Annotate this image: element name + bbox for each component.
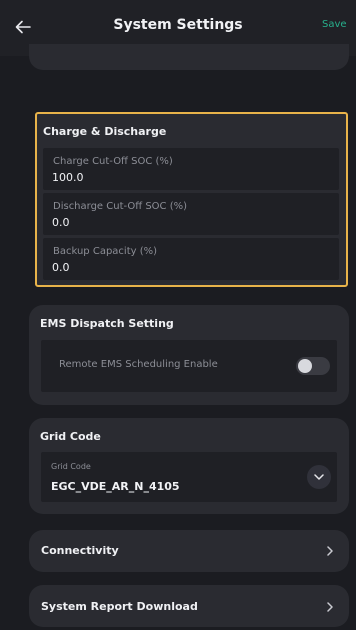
previous-card-bottom — [29, 44, 349, 70]
grid-code-field-label: Grid Code — [51, 462, 91, 471]
backup-capacity-field[interactable]: Backup Capacity (%) 0.0 — [43, 238, 339, 280]
field-value: 0.0 — [52, 216, 70, 229]
chevron-down-icon — [314, 474, 324, 480]
field-value: 100.0 — [52, 171, 84, 184]
chevron-right-icon — [325, 546, 335, 556]
save-button[interactable]: Save — [322, 19, 347, 30]
grid-code-select[interactable]: Grid Code EGC_VDE_AR_N_4105 — [41, 452, 337, 502]
grid-code-card: Grid Code Grid Code EGC_VDE_AR_N_4105 — [29, 418, 349, 514]
ems-dispatch-card: EMS Dispatch Setting Remote EMS Scheduli… — [29, 305, 349, 405]
field-label: Charge Cut-Off SOC (%) — [53, 156, 173, 167]
system-report-download-row[interactable]: System Report Download — [29, 585, 349, 627]
grid-code-value: EGC_VDE_AR_N_4105 — [51, 480, 180, 493]
remote-ems-toggle[interactable] — [296, 357, 330, 375]
connectivity-row[interactable]: Connectivity — [29, 530, 349, 572]
charge-discharge-title: Charge & Discharge — [43, 125, 167, 138]
remote-ems-row: Remote EMS Scheduling Enable — [41, 340, 337, 392]
chevron-right-icon — [325, 602, 335, 612]
toggle-knob — [298, 359, 312, 373]
system-report-label: System Report Download — [41, 600, 198, 613]
dropdown-button[interactable] — [307, 465, 331, 489]
field-label: Discharge Cut-Off SOC (%) — [53, 201, 188, 212]
remote-ems-label: Remote EMS Scheduling Enable — [59, 359, 218, 370]
connectivity-label: Connectivity — [41, 544, 119, 557]
discharge-cutoff-soc-field[interactable]: Discharge Cut-Off SOC (%) 0.0 — [43, 193, 339, 235]
grid-code-title: Grid Code — [40, 430, 101, 443]
field-value: 0.0 — [52, 261, 70, 274]
ems-dispatch-title: EMS Dispatch Setting — [40, 317, 174, 330]
charge-cutoff-soc-field[interactable]: Charge Cut-Off SOC (%) 100.0 — [43, 148, 339, 190]
charge-discharge-card: Charge & Discharge Charge Cut-Off SOC (%… — [35, 112, 348, 287]
field-label: Backup Capacity (%) — [53, 246, 158, 257]
page-title: System Settings — [113, 17, 243, 33]
